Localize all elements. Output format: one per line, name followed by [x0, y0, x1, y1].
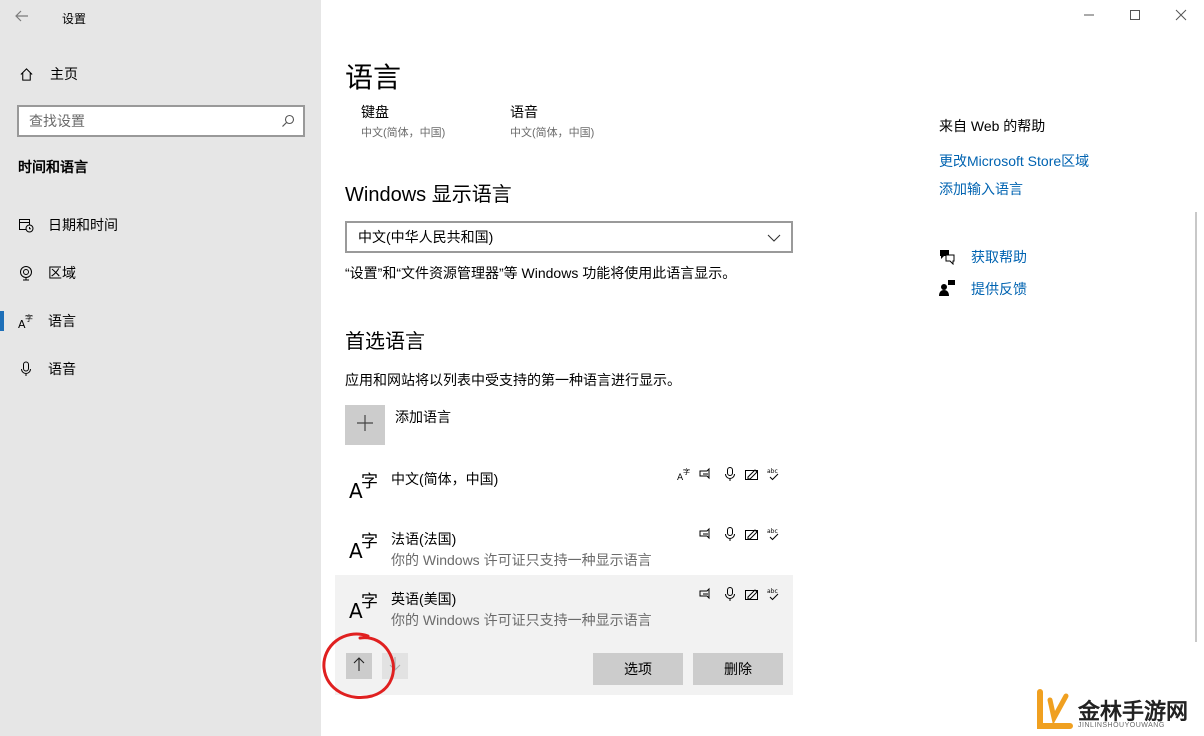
sidebar-item-language[interactable]: A字 语言: [0, 301, 321, 341]
minimize-button[interactable]: [1066, 0, 1112, 32]
svg-text:字: 字: [361, 472, 378, 492]
language-note: 你的 Windows 许可证只支持一种显示语言: [391, 612, 652, 628]
speech-icon: [699, 467, 713, 481]
plus-icon: [356, 414, 374, 437]
svg-text:字: 字: [361, 592, 378, 612]
feedback-link[interactable]: 提供反馈: [971, 279, 1027, 299]
window-title: 设置: [62, 12, 87, 26]
handwriting-icon: [745, 587, 759, 601]
svg-text:字: 字: [361, 532, 378, 552]
language-name: 中文(简体，中国): [391, 471, 499, 487]
sidebar-item-label: 语言: [48, 313, 76, 329]
display-language-heading: Windows 显示语言: [345, 184, 512, 206]
get-help-link[interactable]: 获取帮助: [971, 247, 1027, 267]
calendar-clock-icon: [18, 217, 34, 233]
language-row-actions: 选项 删除: [335, 635, 793, 695]
spellcheck-icon: abc: [767, 527, 781, 541]
sidebar-item-label: 日期和时间: [48, 217, 118, 233]
display-language-select[interactable]: 中文(中华人民共和国): [345, 221, 793, 253]
handwriting-icon: [745, 527, 759, 541]
scrollbar[interactable]: [1195, 212, 1197, 642]
back-arrow-icon[interactable]: [14, 8, 34, 28]
chevron-down-icon: [767, 231, 781, 243]
spellcheck-icon: abc: [767, 467, 781, 481]
svg-text:字: 字: [683, 467, 690, 476]
microphone-icon: [723, 467, 737, 481]
annotation-circle: [320, 630, 398, 702]
microphone-icon: [723, 527, 737, 541]
close-button[interactable]: [1158, 0, 1204, 32]
language-glyph-icon: A字: [349, 465, 379, 503]
language-glyph-icon: A字: [349, 525, 379, 563]
page-title: 语言: [345, 62, 402, 93]
display-language-icon: A字: [677, 467, 691, 483]
sidebar-item-label: 区域: [48, 265, 76, 281]
search-input[interactable]: 查找设置: [17, 105, 305, 137]
remove-button[interactable]: 删除: [693, 653, 783, 685]
close-icon: [1175, 8, 1187, 24]
microphone-icon: [723, 587, 737, 601]
language-icon: A字: [18, 313, 34, 329]
svg-text:abc: abc: [767, 468, 778, 475]
spellcheck-icon: abc: [767, 587, 781, 601]
watermark-subtext: JINLINSHOUYOUWANG: [1078, 722, 1165, 729]
svg-text:字: 字: [25, 313, 33, 323]
minimize-icon: [1083, 8, 1095, 24]
language-row-chinese[interactable]: A字 中文(简体，中国) A字 abc: [335, 455, 793, 515]
sidebar-item-speech[interactable]: 语音: [0, 349, 321, 389]
language-row-french[interactable]: A字 法语(法国) 你的 Windows 许可证只支持一种显示语言 abc: [335, 515, 793, 575]
maximize-icon: [1129, 8, 1141, 24]
search-placeholder: 查找设置: [29, 113, 85, 129]
feedback-icon: [938, 279, 956, 297]
add-language-label[interactable]: 添加语言: [395, 407, 451, 427]
get-help-icon: [938, 247, 956, 266]
maximize-button[interactable]: [1112, 0, 1158, 32]
sidebar: 设置 主页 查找设置 时间和语言 日期和时间 区域 A字 语言 语音: [0, 0, 321, 736]
change-store-region-link[interactable]: 更改Microsoft Store区域: [939, 151, 1089, 171]
handwriting-icon: [745, 467, 759, 481]
globe-icon: [18, 265, 34, 281]
language-note: 你的 Windows 许可证只支持一种显示语言: [391, 552, 652, 568]
language-row-english[interactable]: A字 英语(美国) 你的 Windows 许可证只支持一种显示语言 abc: [335, 575, 793, 635]
keyboard-link[interactable]: 键盘: [361, 102, 389, 122]
language-name: 法语(法国): [391, 531, 457, 547]
display-language-description: “设置”和“文件资源管理器”等 Windows 功能将使用此语言显示。: [345, 265, 737, 281]
sidebar-home[interactable]: 主页: [18, 64, 78, 84]
preferred-languages-description: 应用和网站将以列表中受支持的第一种语言进行显示。: [345, 372, 681, 388]
language-glyph-icon: A字: [349, 585, 379, 623]
add-language-button[interactable]: [345, 405, 385, 445]
add-input-language-link[interactable]: 添加输入语言: [939, 179, 1023, 199]
section-label: 时间和语言: [18, 159, 88, 175]
keyboard-subtitle: 中文(简体，中国): [361, 127, 446, 139]
search-icon[interactable]: [281, 114, 295, 128]
sidebar-item-date-time[interactable]: 日期和时间: [0, 205, 321, 245]
language-name: 英语(美国): [391, 591, 457, 607]
sidebar-home-label: 主页: [50, 66, 78, 82]
display-language-value: 中文(中华人民共和国): [358, 229, 494, 245]
sidebar-item-label: 语音: [48, 361, 76, 377]
help-title: 来自 Web 的帮助: [939, 118, 1046, 134]
speech-link[interactable]: 语音: [510, 102, 538, 122]
sidebar-item-region[interactable]: 区域: [0, 253, 321, 293]
speech-icon: [699, 527, 713, 541]
svg-text:abc: abc: [767, 528, 778, 535]
microphone-icon: [18, 361, 34, 377]
speech-subtitle: 中文(简体，中国): [510, 127, 595, 139]
speech-icon: [699, 587, 713, 601]
home-icon: [18, 66, 34, 82]
options-button[interactable]: 选项: [593, 653, 683, 685]
svg-text:abc: abc: [767, 588, 778, 595]
preferred-languages-heading: 首选语言: [345, 331, 425, 353]
